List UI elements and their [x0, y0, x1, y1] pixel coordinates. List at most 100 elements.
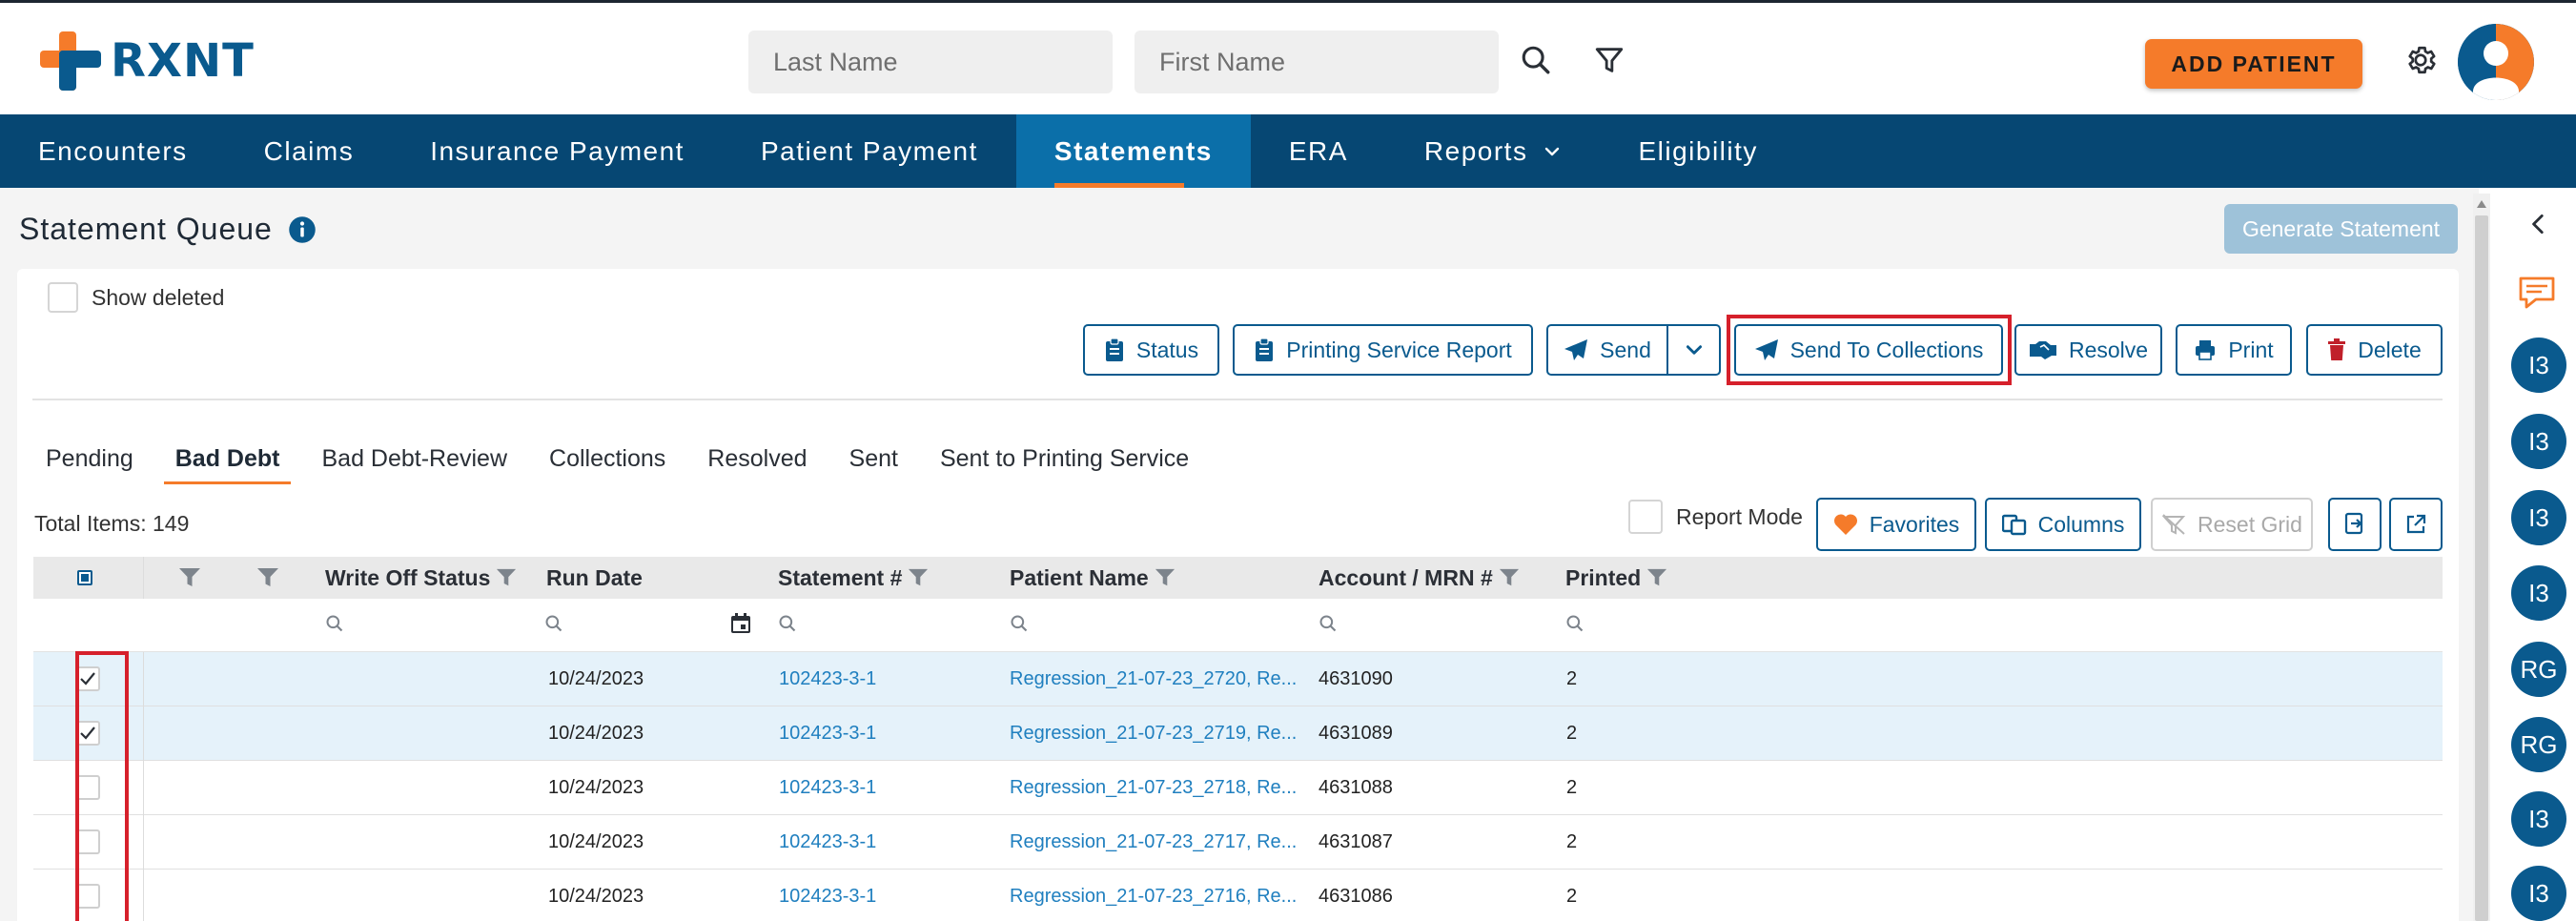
printing-service-report-button[interactable]: Printing Service Report [1233, 324, 1533, 376]
nav-encounters[interactable]: Encounters [0, 114, 226, 188]
rxnt-logo[interactable]: RXNT [40, 31, 255, 91]
checkmark-icon [80, 672, 95, 686]
first-name-input[interactable] [1135, 31, 1499, 93]
gear-icon[interactable] [2400, 39, 2442, 81]
table-row[interactable]: 10/24/2023 102423-3-1 Regression_21-07-2… [33, 815, 2443, 870]
cell-patient-name-link[interactable]: Regression_21-07-23_2717, Re... [1010, 815, 1297, 870]
export-document-button[interactable] [2328, 498, 2382, 551]
user-avatar[interactable] [2458, 24, 2534, 100]
filter-icon[interactable] [1499, 567, 1520, 588]
generate-statement-button[interactable]: Generate Statement [2224, 204, 2458, 254]
header-printed[interactable]: Printed [1565, 557, 1667, 599]
columns-button[interactable]: Columns [1985, 498, 2141, 551]
cell-statement-link[interactable]: 102423-3-1 [779, 870, 876, 921]
tab-bad-debt-review[interactable]: Bad Debt-Review [321, 445, 507, 484]
cell-account: 4631088 [1319, 777, 1393, 798]
table-row[interactable]: 10/24/2023 102423-3-1 Regression_21-07-2… [33, 652, 2443, 706]
select-all-checkbox[interactable] [77, 570, 92, 585]
resolve-button[interactable]: Resolve [2014, 324, 2162, 376]
add-patient-button[interactable]: ADD PATIENT [2145, 39, 2362, 89]
rail-avatar[interactable]: RG [2511, 717, 2566, 772]
cell-statement-link[interactable]: 102423-3-1 [779, 652, 876, 706]
filter-search-icon[interactable] [778, 614, 797, 638]
open-external-button[interactable] [2389, 498, 2443, 551]
send-button[interactable]: Send [1546, 324, 1668, 376]
delete-button[interactable]: Delete [2306, 324, 2443, 376]
filter-icon[interactable] [908, 567, 929, 588]
cell-patient-name-link[interactable]: Regression_21-07-23_2716, Re... [1010, 870, 1297, 921]
info-icon[interactable] [288, 215, 317, 244]
row-checkbox[interactable] [75, 666, 100, 691]
rail-avatar[interactable]: I3 [2511, 791, 2566, 847]
filter-search-icon[interactable] [1319, 614, 1338, 638]
status-button[interactable]: Status [1083, 324, 1219, 376]
tab-pending[interactable]: Pending [46, 445, 133, 484]
row-checkbox[interactable] [75, 775, 100, 800]
rail-avatar[interactable]: I3 [2511, 866, 2566, 921]
tab-resolved[interactable]: Resolved [707, 445, 807, 484]
header-run-date[interactable]: Run Date [546, 557, 643, 599]
cell-patient-name-link[interactable]: Regression_21-07-23_2718, Re... [1010, 761, 1297, 815]
indeterminate-mark [81, 574, 89, 582]
print-button[interactable]: Print [2176, 324, 2292, 376]
scroll-thumb[interactable] [2475, 215, 2488, 921]
favorites-button[interactable]: Favorites [1816, 498, 1976, 551]
row-checkbox[interactable] [75, 884, 100, 909]
filter-icon[interactable] [1646, 567, 1667, 588]
show-deleted-toggle[interactable]: Show deleted [48, 282, 224, 313]
filter-search-icon[interactable] [1010, 614, 1029, 638]
filter-icon[interactable] [1588, 39, 1630, 81]
filter-icon[interactable] [496, 567, 517, 588]
rail-avatar[interactable]: I3 [2511, 565, 2566, 621]
rail-avatar[interactable]: I3 [2511, 490, 2566, 545]
table-row[interactable]: 10/24/2023 102423-3-1 Regression_21-07-2… [33, 761, 2443, 815]
rail-avatar[interactable]: I3 [2511, 338, 2566, 393]
header-statement-no[interactable]: Statement # [778, 557, 929, 599]
cell-statement-link[interactable]: 102423-3-1 [779, 706, 876, 761]
chat-icon[interactable] [2517, 275, 2557, 316]
table-row[interactable]: 10/24/2023 102423-3-1 Regression_21-07-2… [33, 706, 2443, 761]
report-mode-checkbox[interactable] [1628, 500, 1663, 534]
nav-patient-payment[interactable]: Patient Payment [723, 114, 1016, 188]
send-to-collections-button[interactable]: Send To Collections [1734, 324, 2003, 376]
cell-patient-name-link[interactable]: Regression_21-07-23_2720, Re... [1010, 652, 1297, 706]
rail-avatar[interactable]: RG [2511, 642, 2566, 697]
filter-column-2[interactable] [251, 557, 279, 599]
rail-avatar[interactable]: I3 [2511, 414, 2566, 469]
filter-search-icon[interactable] [325, 614, 344, 638]
nav-insurance-payment[interactable]: Insurance Payment [392, 114, 723, 188]
header-write-off-status[interactable]: Write Off Status [325, 557, 517, 599]
tab-sent[interactable]: Sent [849, 445, 898, 484]
tab-bad-debt[interactable]: Bad Debt [163, 445, 292, 484]
report-mode-toggle[interactable]: Report Mode [1628, 500, 1803, 534]
nav-statements[interactable]: Statements [1015, 114, 1251, 188]
filter-search-icon[interactable] [544, 614, 563, 638]
calendar-icon[interactable] [729, 612, 752, 640]
show-deleted-checkbox[interactable] [48, 282, 78, 313]
cell-statement-link[interactable]: 102423-3-1 [779, 815, 876, 870]
nav-reports[interactable]: Reports [1386, 114, 1601, 188]
nav-claims[interactable]: Claims [226, 114, 393, 188]
reset-grid-button[interactable]: Reset Grid [2151, 498, 2313, 551]
last-name-input[interactable] [748, 31, 1113, 93]
row-checkbox[interactable] [75, 721, 100, 746]
filter-icon[interactable] [1155, 567, 1176, 588]
cell-statement-link[interactable]: 102423-3-1 [779, 761, 876, 815]
scroll-up-arrow[interactable] [2476, 196, 2487, 214]
header-patient-name[interactable]: Patient Name [1010, 557, 1176, 599]
nav-eligibility[interactable]: Eligibility [1600, 114, 1795, 188]
nav-label: Insurance Payment [430, 135, 685, 166]
nav-era[interactable]: ERA [1251, 114, 1386, 188]
cell-account: 4631089 [1319, 723, 1393, 744]
tab-sent-to-printing-service[interactable]: Sent to Printing Service [940, 445, 1189, 484]
filter-column-1[interactable] [173, 557, 201, 599]
filter-search-icon[interactable] [1565, 614, 1584, 638]
collapse-chevron-icon[interactable] [2526, 212, 2551, 241]
row-checkbox[interactable] [75, 829, 100, 854]
tab-collections[interactable]: Collections [549, 445, 665, 484]
header-account-mrn[interactable]: Account / MRN # [1319, 557, 1520, 599]
search-icon[interactable] [1515, 39, 1557, 81]
send-dropdown-toggle[interactable] [1667, 324, 1721, 376]
table-row[interactable]: 10/24/2023 102423-3-1 Regression_21-07-2… [33, 870, 2443, 921]
cell-patient-name-link[interactable]: Regression_21-07-23_2719, Re... [1010, 706, 1297, 761]
